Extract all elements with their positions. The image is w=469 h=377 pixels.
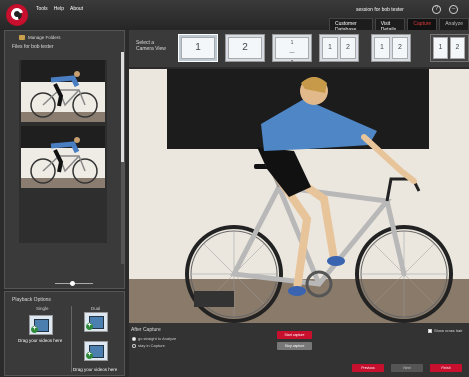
menu-help[interactable]: Help [54, 6, 64, 12]
minimize-icon[interactable]: – [449, 5, 458, 14]
single-drop-zone[interactable]: + [29, 315, 53, 335]
playback-options-panel: Playback Options Single Dual + Drag your… [4, 291, 125, 376]
view-cell: 1 [322, 37, 338, 59]
view-cell: 2 [392, 37, 408, 59]
menu-bar: Tools Help About [36, 6, 83, 12]
view-stacked[interactable]: 1—2 [272, 34, 312, 66]
start-capture-button[interactable]: Start capture [277, 331, 312, 339]
stop-capture-button[interactable]: Stop capture [277, 342, 312, 350]
video-thumbnail-1[interactable] [21, 60, 105, 122]
playback-title: Playback Options [12, 297, 51, 303]
show-crosshair-toggle[interactable]: Show cross hair [428, 328, 462, 333]
select-camera-view-label: Select a Camera View [136, 40, 166, 52]
menu-about[interactable]: About [70, 6, 83, 12]
view-cell: 1 [181, 37, 215, 59]
app-logo [6, 4, 28, 26]
view-cell: 1 [374, 37, 390, 59]
add-icon: + [86, 351, 93, 359]
option-capture-label: stay in Capture [138, 343, 165, 348]
session-title: session for bob tester [356, 7, 404, 13]
files-panel: Manage Folders Files for bob tester [4, 30, 125, 289]
thumbnail-size-slider[interactable] [55, 281, 93, 286]
add-icon: + [31, 325, 38, 333]
files-scrollbar-thumb[interactable] [121, 52, 124, 162]
help-icon[interactable]: ? [432, 5, 441, 14]
dual-label: Dual [91, 306, 101, 311]
files-scrollbar[interactable] [121, 52, 124, 264]
single-label: Single [36, 306, 49, 311]
view-cell: 2 [340, 37, 356, 59]
video-thumbnail-2[interactable] [21, 126, 105, 188]
view-cell: 1 [433, 37, 448, 59]
manage-folders-label: Manage Folders [28, 35, 61, 40]
view-single-2[interactable]: 2 [225, 34, 265, 62]
view-side-by-side-1[interactable]: 1 2 [319, 34, 359, 62]
crosshair-label: Show cross hair [434, 328, 463, 333]
folder-icon [19, 35, 25, 40]
single-drop-text: Drag your videos here [18, 338, 63, 343]
slider-knob[interactable] [70, 281, 75, 286]
files-label: Files for bob tester [12, 44, 54, 50]
camera-view-selector: Select a Camera View 1 2 1—2 1 2 1 2 1 2 [129, 30, 469, 67]
manage-folders-link[interactable]: Manage Folders [19, 35, 61, 40]
view-cell: 2 [228, 37, 262, 59]
view-cell: 1—2 [275, 37, 309, 66]
menu-tools[interactable]: Tools [36, 6, 48, 12]
dual-drop-zone-1[interactable]: + [84, 312, 108, 332]
radio-analyze[interactable] [132, 336, 136, 341]
next-button[interactable]: Next [391, 364, 423, 372]
view-cell: 2 [450, 37, 465, 59]
finish-button[interactable]: Finish [430, 364, 462, 372]
view-side-by-side-3[interactable]: 1 2 [430, 34, 469, 62]
capture-video-view[interactable] [129, 69, 469, 323]
crosshair-checkbox[interactable] [428, 328, 432, 333]
video-thumbnail-list [19, 60, 107, 243]
dual-drop-text: Drag your videos here [73, 367, 118, 372]
option-capture[interactable]: stay in Capture [132, 343, 165, 348]
title-bar: Tools Help About session for bob tester … [0, 0, 469, 36]
option-analyze[interactable]: go straight to Analyze [132, 336, 176, 341]
option-analyze-label: go straight to Analyze [138, 336, 177, 341]
radio-capture[interactable] [132, 343, 136, 348]
add-icon: + [86, 322, 93, 330]
view-side-by-side-2[interactable]: 1 2 [371, 34, 411, 62]
after-capture-panel: After Capture go straight to Analyze sta… [129, 323, 469, 377]
view-single-1[interactable]: 1 [178, 34, 218, 62]
after-capture-title: After Capture [131, 327, 161, 333]
dual-drop-zone-2[interactable]: + [84, 341, 108, 361]
previous-button[interactable]: Previous [352, 364, 384, 372]
